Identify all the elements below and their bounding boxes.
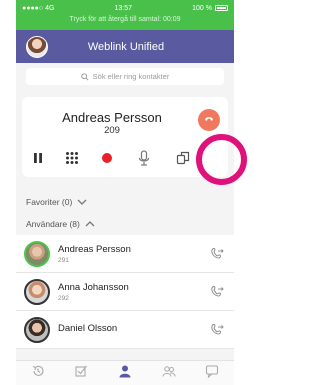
keypad-icon — [66, 152, 78, 164]
checkbox-icon — [75, 365, 88, 377]
battery-area: 100 % — [192, 5, 228, 12]
profile-avatar[interactable] — [26, 35, 48, 58]
contact-avatar — [24, 278, 50, 305]
app-title: Weblink Unified — [87, 40, 165, 53]
users-label: Användare (8) — [26, 219, 80, 229]
list-item[interactable]: Anna Johansson 292 — [16, 273, 234, 311]
contact-name: Daniel Olsson — [58, 323, 118, 334]
favorites-section-toggle[interactable]: Favoriter (0) — [16, 191, 234, 213]
favorites-label: Favoriter (0) — [26, 197, 73, 207]
battery-percent: 100 % — [192, 4, 212, 12]
hangup-button[interactable] — [198, 109, 220, 131]
clock: 13:57 — [114, 4, 133, 12]
users-section-toggle[interactable]: Användare (8) — [16, 213, 234, 235]
list-item[interactable]: Daniel Olsson — [16, 311, 234, 349]
call-transfer-icon[interactable] — [210, 285, 224, 297]
contact-list: Andreas Persson 291 Anna Johansson 292 D… — [16, 235, 234, 349]
group-icon — [162, 365, 176, 377]
caller-name: Andreas Persson — [62, 110, 162, 125]
person-icon — [119, 365, 131, 377]
call-transfer-icon[interactable] — [210, 247, 224, 259]
battery-icon — [214, 5, 228, 11]
transfer-button[interactable] — [172, 147, 194, 169]
chat-icon — [206, 364, 219, 378]
bottom-tab-bar — [16, 360, 234, 385]
tab-groups[interactable] — [162, 364, 176, 383]
chevron-up-icon — [85, 219, 95, 229]
contact-number: 292 — [58, 294, 69, 302]
search-icon — [80, 72, 89, 81]
phone-screen: ●●●●○ 4G 13:57 100 % Tryck för att återg… — [16, 0, 234, 385]
contact-avatar — [24, 240, 50, 267]
record-button[interactable] — [96, 147, 118, 169]
return-to-call-banner[interactable]: Tryck för att återgå till samtal: 00:09 — [16, 16, 234, 23]
contact-number: 291 — [58, 256, 69, 264]
record-icon — [102, 153, 112, 163]
call-transfer-icon[interactable] — [210, 323, 224, 335]
microphone-icon — [138, 150, 150, 166]
contact-name: Anna Johansson — [58, 281, 129, 293]
search-input[interactable]: Sök eller ring kontakter — [26, 68, 224, 85]
tab-tasks[interactable] — [74, 364, 88, 383]
chevron-down-icon — [77, 197, 87, 207]
status-bar[interactable]: ●●●●○ 4G 13:57 100 % Tryck för att återg… — [16, 0, 234, 30]
carrier-signal: ●●●●○ 4G — [22, 4, 55, 12]
tab-chat[interactable] — [205, 364, 219, 383]
contact-name: Andreas Persson — [58, 243, 131, 255]
history-icon — [32, 365, 44, 376]
contact-avatar — [24, 316, 50, 343]
pause-icon — [34, 153, 42, 163]
mute-button[interactable] — [133, 147, 155, 169]
search-bar: Sök eller ring kontakter — [16, 63, 234, 89]
transfer-highlight-circle — [196, 134, 247, 185]
hold-button[interactable] — [27, 147, 49, 169]
caller-number: 209 — [104, 125, 120, 136]
tab-history[interactable] — [31, 364, 45, 383]
keypad-button[interactable] — [61, 147, 83, 169]
app-header: Weblink Unified — [16, 30, 234, 63]
search-placeholder: Sök eller ring kontakter — [92, 72, 170, 81]
phone-hangup-icon — [205, 117, 213, 121]
list-item[interactable]: Andreas Persson 291 — [16, 235, 234, 273]
transfer-icon — [176, 151, 190, 165]
tab-contacts[interactable] — [118, 364, 132, 383]
